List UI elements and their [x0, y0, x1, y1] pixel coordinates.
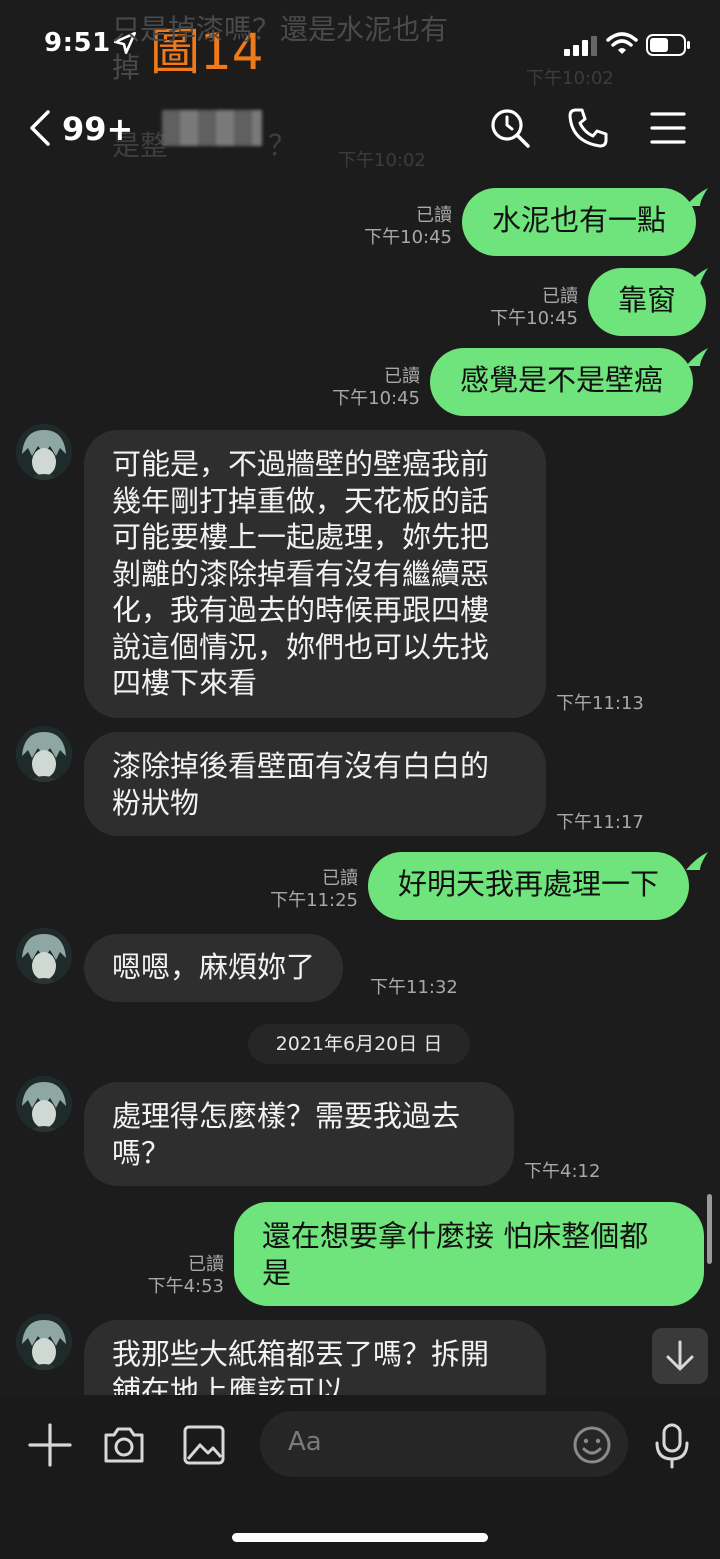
message-bubble-incoming[interactable]: 嗯嗯，麻煩妳了	[84, 934, 344, 1002]
image-icon[interactable]	[180, 1421, 228, 1469]
message-input-bar: Aa	[0, 1395, 720, 1559]
emoji-icon[interactable]	[572, 1425, 612, 1465]
message-meta: 已讀 下午10:45	[340, 205, 452, 249]
avatar-image	[16, 726, 72, 782]
message-line: 剝離的漆除掉看有沒有繼續惡	[112, 556, 490, 591]
search-icon[interactable]	[488, 106, 532, 150]
message-bubble-incoming[interactable]: 處理得怎麼樣？需要我過去 嗎？	[84, 1082, 514, 1186]
ghost-message-line: 只是掉漆嗎？還是水泥也有	[112, 13, 449, 46]
avatar-image	[16, 1314, 72, 1370]
avatar-image	[16, 1076, 72, 1132]
status-time: 9:51	[44, 28, 111, 58]
message-text: 好明天我再處理一下	[398, 867, 660, 901]
message-line: 可能是，不過牆壁的壁癌我前	[112, 447, 490, 481]
avatar[interactable]	[16, 1314, 72, 1370]
bubble-tail	[686, 268, 708, 286]
plus-icon[interactable]	[26, 1421, 74, 1469]
avatar-image	[16, 928, 72, 984]
message-time: 下午10:45	[332, 388, 420, 409]
read-receipt: 已讀	[188, 1254, 224, 1275]
avatar[interactable]	[16, 928, 72, 984]
contact-name-blurred[interactable]	[162, 110, 262, 146]
message-line: 說這個情況，妳們也可以先找	[112, 629, 490, 664]
message-bubble-outgoing[interactable]: 還在想要拿什麼接 怕床整個都 是	[234, 1202, 704, 1306]
message-time: 下午11:17	[556, 812, 644, 833]
message-bubble-outgoing[interactable]: 水泥也有一點	[462, 188, 697, 256]
message-line: 漆除掉後看壁面有沒有白白的	[112, 749, 490, 783]
read-receipt: 已讀	[542, 286, 578, 307]
message-line: 四樓下來看	[112, 666, 258, 700]
scrollbar[interactable]	[707, 1194, 712, 1264]
message-time: 下午11:32	[370, 977, 458, 998]
message-text: 靠窗	[618, 283, 677, 317]
message-line: 幾年剛打掉重做，天花板的話	[112, 483, 490, 518]
message-bubble-outgoing[interactable]: 感覺是不是壁癌	[430, 348, 694, 416]
ghost-message-line: 掉	[112, 51, 141, 84]
read-receipt: 已讀	[384, 366, 420, 387]
message-line: 粉狀物	[112, 785, 200, 820]
message-time: 下午4:53	[147, 1276, 224, 1297]
message-time: 下午11:25	[270, 890, 358, 911]
cellular-signal-icon	[564, 36, 597, 56]
message-line: 還在想要拿什麼接 怕床整個都	[262, 1219, 649, 1253]
input-placeholder: Aa	[288, 1427, 322, 1457]
home-indicator	[232, 1533, 488, 1542]
message-input[interactable]: Aa	[260, 1411, 628, 1477]
scroll-to-bottom-button[interactable]	[652, 1328, 708, 1384]
message-meta: 已讀 下午10:45	[306, 366, 420, 410]
avatar[interactable]	[16, 726, 72, 782]
message-line: 是	[262, 1255, 292, 1290]
message-text: 水泥也有一點	[492, 203, 667, 237]
mic-icon[interactable]	[648, 1421, 696, 1469]
unread-count[interactable]: 99+	[62, 110, 133, 148]
message-meta: 已讀 下午10:45	[464, 286, 578, 330]
back-icon[interactable]	[26, 110, 54, 146]
ghost-message-time: 下午10:02	[526, 68, 614, 89]
message-line: 化，我有過去的時候再跟四樓	[112, 593, 490, 627]
menu-icon[interactable]	[646, 106, 690, 150]
battery-icon	[646, 34, 690, 56]
message-time: 下午10:45	[490, 308, 578, 329]
message-time: 下午11:13	[556, 693, 644, 714]
message-time: 下午10:45	[364, 227, 452, 248]
message-bubble-incoming[interactable]: 可能是，不過牆壁的壁癌我前 幾年剛打掉重做，天花板的話 可能要樓上一起處理，妳先…	[84, 430, 546, 718]
date-separator: 2021年6月20日 日	[248, 1024, 470, 1064]
bubble-tail	[686, 348, 708, 366]
message-line: 嗎？	[112, 1135, 171, 1170]
message-line: 嗯嗯，麻煩妳了	[112, 950, 316, 984]
arrow-down-icon	[666, 1340, 694, 1371]
avatar-image	[16, 424, 72, 480]
message-line: 處理得怎麼樣？需要我過去	[112, 1099, 461, 1133]
read-receipt: 已讀	[416, 205, 452, 226]
avatar[interactable]	[16, 1076, 72, 1132]
read-receipt: 已讀	[322, 868, 358, 889]
message-text: 感覺是不是壁癌	[460, 363, 664, 397]
camera-icon[interactable]	[100, 1421, 148, 1469]
bubble-tail	[686, 188, 708, 206]
message-meta: 已讀 下午11:25	[246, 868, 358, 912]
message-line: 我那些大紙箱都丟了嗎？拆開	[112, 1337, 490, 1371]
phone-icon[interactable]	[566, 106, 610, 150]
message-time: 下午4:12	[524, 1161, 601, 1182]
chat-header: 99+	[0, 92, 720, 164]
message-meta: 已讀 下午4:53	[134, 1254, 224, 1298]
message-bubble-outgoing[interactable]: 好明天我再處理一下	[368, 852, 690, 920]
message-bubble-incoming[interactable]: 漆除掉後看壁面有沒有白白的 粉狀物	[84, 732, 546, 836]
wifi-icon	[606, 32, 638, 54]
message-line: 可能要樓上一起處理，妳先把	[112, 520, 490, 554]
bubble-tail	[686, 852, 708, 870]
avatar[interactable]	[16, 424, 72, 480]
